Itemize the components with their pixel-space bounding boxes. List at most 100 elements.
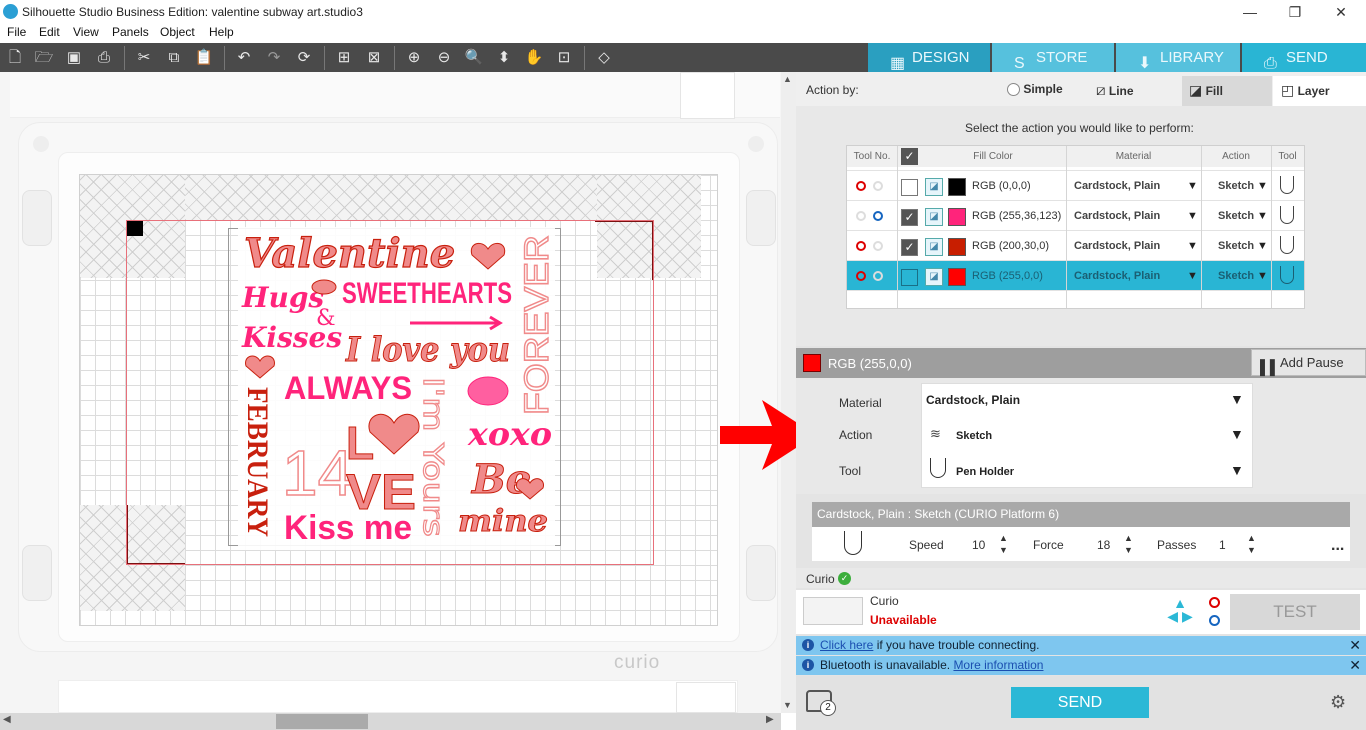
add-pause-button[interactable]: ▌▌ Add Pause bbox=[1251, 349, 1366, 376]
cut-icon[interactable]: ✂ bbox=[132, 46, 156, 70]
material-dropdown[interactable]: Cardstock, Plain bbox=[926, 393, 1020, 407]
paste-icon[interactable]: 📋 bbox=[192, 46, 216, 70]
force-stepper[interactable]: ▲ ▼ bbox=[1124, 532, 1133, 556]
tool-1-radio[interactable] bbox=[856, 211, 866, 221]
move-icon[interactable]: ⬍ bbox=[492, 46, 516, 70]
material-value[interactable]: Cardstock, Plain bbox=[1074, 231, 1160, 261]
zoom-select-icon[interactable]: 🔍 bbox=[462, 46, 486, 70]
chevron-down-icon[interactable]: ▼ bbox=[1230, 391, 1244, 407]
material-value[interactable]: Cardstock, Plain bbox=[1074, 261, 1160, 291]
horizontal-scrollbar[interactable] bbox=[0, 713, 781, 730]
table-row[interactable]: ◪ RGB (0,0,0) Cardstock, Plain ▼ Sketch ▼ bbox=[847, 170, 1304, 200]
maximize-button[interactable]: ❐ bbox=[1284, 2, 1306, 22]
save-icon[interactable]: ▣ bbox=[62, 46, 86, 70]
tool-2-radio[interactable] bbox=[873, 271, 883, 281]
chevron-down-icon[interactable]: ▼ bbox=[1257, 240, 1268, 252]
row-checkbox[interactable] bbox=[901, 179, 918, 196]
horizontal-scroll-thumb[interactable] bbox=[276, 714, 368, 729]
tool-1-radio[interactable] bbox=[856, 181, 866, 191]
send-button[interactable]: SEND bbox=[1011, 687, 1149, 718]
chevron-down-icon[interactable]: ▼ bbox=[1187, 210, 1198, 222]
close-button[interactable]: ✕ bbox=[1330, 2, 1352, 22]
chevron-down-icon[interactable]: ▼ bbox=[1230, 426, 1244, 442]
tool-1-radio[interactable] bbox=[856, 271, 866, 281]
scroll-down-icon[interactable]: ▼ bbox=[783, 700, 792, 710]
option-fill-label[interactable]: ◪ Fill bbox=[1189, 82, 1223, 99]
chevron-down-icon[interactable]: ▼ bbox=[1257, 180, 1268, 192]
table-row[interactable]: ✓ ◪ RGB (255,36,123) Cardstock, Plain ▼ Sketc… bbox=[847, 200, 1304, 230]
fit-page-icon[interactable]: ⊡ bbox=[552, 46, 576, 70]
passes-input[interactable]: 1 bbox=[1215, 534, 1250, 556]
option-line[interactable]: ⧄ Line bbox=[1096, 82, 1134, 99]
tool-1-radio[interactable] bbox=[856, 241, 866, 251]
chevron-down-icon[interactable]: ▼ bbox=[1187, 240, 1198, 252]
action-value[interactable]: Sketch bbox=[1218, 171, 1254, 201]
row-checkbox[interactable] bbox=[901, 269, 918, 286]
scroll-right-icon[interactable]: ▶ bbox=[766, 714, 774, 725]
material-value[interactable]: Cardstock, Plain bbox=[1074, 201, 1160, 231]
pan-icon[interactable]: ✋ bbox=[522, 46, 546, 70]
fill-pattern-icon[interactable]: ◪ bbox=[925, 178, 943, 196]
open-file-icon[interactable]: 🗁 bbox=[32, 46, 56, 70]
table-row[interactable]: ✓ ◪ RGB (200,30,0) Cardstock, Plain ▼ Sketch ▼ bbox=[847, 230, 1304, 260]
minimize-button[interactable]: — bbox=[1239, 2, 1261, 22]
gear-icon[interactable]: ⚙ bbox=[1330, 692, 1346, 713]
refresh-icon[interactable]: ⟳ bbox=[292, 46, 316, 70]
move-arrows-icon[interactable]: ▲ ◀ ▶ bbox=[1160, 596, 1200, 623]
test-button[interactable]: TEST bbox=[1230, 594, 1360, 630]
zoom-out-icon[interactable]: ⊖ bbox=[432, 46, 456, 70]
menu-view[interactable]: View bbox=[73, 25, 99, 39]
ungroup-icon[interactable]: ⊠ bbox=[362, 46, 386, 70]
row-checkbox[interactable]: ✓ bbox=[901, 209, 918, 226]
speed-input[interactable]: 10 bbox=[968, 534, 1003, 556]
vertical-scrollbar[interactable] bbox=[781, 72, 796, 713]
menu-object[interactable]: Object bbox=[160, 25, 195, 39]
chevron-down-icon[interactable]: ▼ bbox=[1230, 462, 1244, 478]
option-simple[interactable]: Simple bbox=[1007, 82, 1063, 97]
tab-library[interactable]: ⬇ LIBRARY bbox=[1116, 43, 1240, 72]
tool-2-radio[interactable] bbox=[873, 181, 883, 191]
tab-store[interactable]: S STORE bbox=[992, 43, 1114, 72]
valentine-subway-art[interactable]: Valentine Hugs & Kisses SWEETHEARTS I lo… bbox=[238, 227, 555, 550]
group-icon[interactable]: ⊞ bbox=[332, 46, 356, 70]
menu-help[interactable]: Help bbox=[209, 25, 234, 39]
tool-2-radio[interactable] bbox=[873, 241, 883, 251]
undo-icon[interactable]: ↶ bbox=[232, 46, 256, 70]
tab-send[interactable]: ⎙ SEND bbox=[1242, 43, 1366, 72]
action-value[interactable]: Sketch bbox=[1218, 201, 1254, 231]
select-all-checkbox[interactable]: ✓ bbox=[901, 148, 918, 165]
click-here-link[interactable]: Click here bbox=[820, 638, 873, 652]
fill-pattern-icon[interactable]: ◪ bbox=[925, 238, 943, 256]
action-value[interactable]: Sketch bbox=[1218, 231, 1254, 261]
tool-dropdown[interactable]: Pen Holder bbox=[956, 466, 1014, 478]
new-file-icon[interactable]: 🗋 bbox=[3, 46, 27, 70]
table-row[interactable]: ◪ RGB (255,0,0) Cardstock, Plain ▼ Sketch ▼ bbox=[847, 260, 1304, 290]
scroll-left-icon[interactable]: ◀ bbox=[3, 714, 11, 725]
scroll-up-icon[interactable]: ▲ bbox=[783, 74, 792, 84]
copy-icon[interactable]: ⧉ bbox=[162, 46, 186, 70]
transparency-icon[interactable]: ◇ bbox=[592, 46, 616, 70]
chevron-down-icon[interactable]: ▼ bbox=[1257, 210, 1268, 222]
close-icon[interactable]: ✕ bbox=[1349, 636, 1361, 655]
chevron-down-icon[interactable]: ▼ bbox=[1187, 180, 1198, 192]
redo-icon[interactable]: ↷ bbox=[262, 46, 286, 70]
more-information-link[interactable]: More information bbox=[953, 658, 1043, 672]
close-icon[interactable]: ✕ bbox=[1349, 656, 1361, 675]
force-input[interactable]: 18 bbox=[1093, 534, 1128, 556]
row-checkbox[interactable]: ✓ bbox=[901, 239, 918, 256]
passes-stepper[interactable]: ▲ ▼ bbox=[1247, 532, 1256, 556]
fill-pattern-icon[interactable]: ◪ bbox=[925, 268, 943, 286]
menu-file[interactable]: File bbox=[7, 25, 26, 39]
action-dropdown[interactable]: Sketch bbox=[956, 430, 992, 442]
fill-pattern-icon[interactable]: ◪ bbox=[925, 208, 943, 226]
action-value[interactable]: Sketch bbox=[1218, 261, 1254, 291]
tool-2-radio[interactable] bbox=[873, 211, 883, 221]
more-options-button[interactable]: ... bbox=[1331, 538, 1344, 554]
tab-design[interactable]: ▦ DESIGN bbox=[868, 43, 990, 72]
zoom-in-icon[interactable]: ⊕ bbox=[402, 46, 426, 70]
option-layer-label[interactable]: ◰ Layer bbox=[1281, 82, 1330, 99]
chevron-down-icon[interactable]: ▼ bbox=[1187, 270, 1198, 282]
chevron-down-icon[interactable]: ▼ bbox=[1257, 270, 1268, 282]
print-icon[interactable]: ⎙ bbox=[92, 46, 116, 70]
menu-panels[interactable]: Panels bbox=[112, 25, 149, 39]
